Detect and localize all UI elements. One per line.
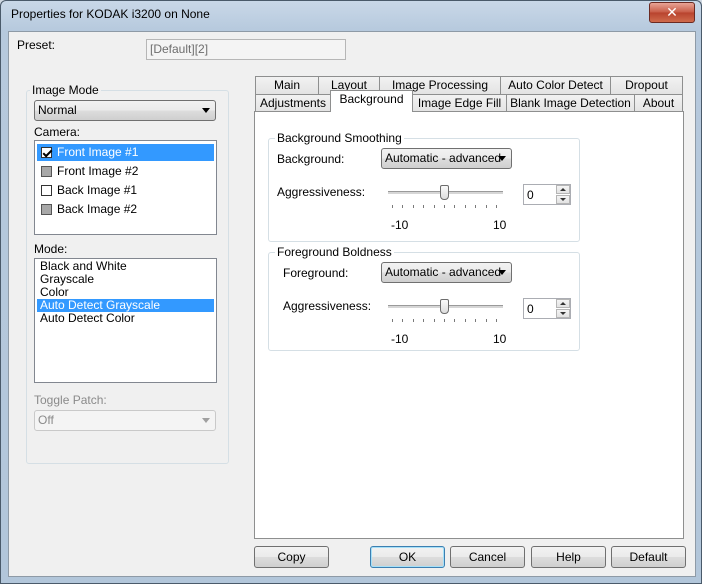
image-mode-label: Image Mode <box>30 83 101 97</box>
dialog-client: Preset: [Default][2] Image Mode Normal C… <box>8 31 696 577</box>
spin-down-icon[interactable] <box>556 195 570 204</box>
camera-item-back-2[interactable]: Back Image #2 <box>37 201 214 218</box>
slider-tick <box>412 319 414 322</box>
foreground-label: Foreground: <box>283 266 349 280</box>
slider-tick <box>464 205 466 208</box>
slider-tick <box>454 205 456 208</box>
slider-tick <box>475 205 477 208</box>
slider-tick <box>464 319 466 322</box>
fg-aggressiveness-label: Aggressiveness: <box>283 299 372 313</box>
chevron-down-icon <box>202 108 210 113</box>
fg-aggressiveness-spinner[interactable]: 0 <box>523 298 571 319</box>
camera-item-label: Back Image #1 <box>57 183 138 197</box>
checkbox-indeterminate-icon[interactable] <box>41 204 52 215</box>
close-button[interactable]: ✕ <box>649 2 695 23</box>
ok-button[interactable]: OK <box>370 546 445 568</box>
slider-tick <box>444 205 445 208</box>
foreground-value: Automatic - advanced <box>385 265 502 279</box>
image-mode-select[interactable]: Normal <box>34 100 216 121</box>
tab-background[interactable]: Background <box>330 90 413 112</box>
camera-item-label: Back Image #2 <box>57 202 138 216</box>
window-title: Properties for KODAK i3200 on None <box>11 7 210 21</box>
tab-blank-image-detection[interactable]: Blank Image Detection <box>506 94 635 112</box>
slider-tick <box>392 205 393 208</box>
spin-down-icon[interactable] <box>556 309 570 318</box>
foreground-select[interactable]: Automatic - advanced <box>381 262 512 283</box>
background-label: Background: <box>277 152 345 166</box>
bg-min-label: -10 <box>391 218 409 232</box>
slider-tick <box>444 319 445 322</box>
slider-tick <box>423 205 425 208</box>
slider-tick <box>412 205 414 208</box>
mode-item[interactable]: Auto Detect Color <box>37 312 214 325</box>
slider-tick <box>402 205 404 208</box>
chevron-down-icon <box>498 156 506 161</box>
camera-item-label: Front Image #2 <box>57 164 139 178</box>
tab-dropout[interactable]: Dropout <box>610 76 683 94</box>
camera-item-back-1[interactable]: Back Image #1 <box>37 182 214 199</box>
slider-tick <box>485 319 487 322</box>
bg-aggressiveness-value: 0 <box>527 188 534 202</box>
chevron-down-icon <box>498 270 506 275</box>
camera-item-label: Front Image #1 <box>57 145 139 159</box>
image-mode-value: Normal <box>38 103 77 117</box>
slider-tick <box>402 319 404 322</box>
chevron-down-icon <box>202 418 210 423</box>
help-button[interactable]: Help <box>531 546 606 568</box>
cancel-button[interactable]: Cancel <box>450 546 525 568</box>
slider-tick <box>496 319 497 322</box>
slider-tick <box>433 319 435 322</box>
background-select[interactable]: Automatic - advanced <box>381 148 512 169</box>
close-icon: ✕ <box>666 4 678 20</box>
checkbox-indeterminate-icon[interactable] <box>41 166 52 177</box>
toggle-patch-select: Off <box>34 410 216 431</box>
properties-window: Properties for KODAK i3200 on None ✕ Pre… <box>0 0 702 584</box>
tab-about[interactable]: About <box>634 94 683 112</box>
slider-tick <box>433 205 435 208</box>
bg-aggressiveness-slider[interactable] <box>440 185 449 200</box>
tab-auto-color-detect[interactable]: Auto Color Detect <box>500 76 611 94</box>
fg-aggressiveness-slider[interactable] <box>440 299 449 314</box>
bg-aggressiveness-spinner[interactable]: 0 <box>523 184 571 205</box>
preset-label: Preset: <box>17 38 56 52</box>
fg-aggressiveness-value: 0 <box>527 302 534 316</box>
preset-field[interactable]: [Default][2] <box>146 39 346 60</box>
camera-label: Camera: <box>34 125 81 139</box>
checkbox-checked-icon[interactable] <box>41 147 52 158</box>
toggle-patch-value: Off <box>38 413 54 427</box>
background-value: Automatic - advanced <box>385 151 502 165</box>
slider-tick <box>496 205 497 208</box>
checkbox-unchecked-icon[interactable] <box>41 185 52 196</box>
fg-min-label: -10 <box>391 332 409 346</box>
background-tab-panel: Background Smoothing Background: Automat… <box>254 111 684 539</box>
slider-tick <box>392 319 393 322</box>
slider-tick <box>423 319 425 322</box>
fg-max-label: 10 <box>493 332 507 346</box>
tab-main[interactable]: Main <box>255 76 319 94</box>
background-smoothing-label: Background Smoothing <box>275 131 404 145</box>
spin-up-icon[interactable] <box>556 299 570 308</box>
mode-list[interactable]: Black and White Grayscale Color Auto Det… <box>34 258 217 383</box>
camera-item-front-2[interactable]: Front Image #2 <box>37 163 214 180</box>
bg-max-label: 10 <box>493 218 507 232</box>
camera-item-front-1[interactable]: Front Image #1 <box>37 144 214 161</box>
tab-image-edge-fill[interactable]: Image Edge Fill <box>412 94 507 112</box>
slider-tick <box>485 205 487 208</box>
bg-aggressiveness-label: Aggressiveness: <box>277 185 366 199</box>
camera-list[interactable]: Front Image #1 Front Image #2 Back Image… <box>34 140 217 235</box>
spin-up-icon[interactable] <box>556 185 570 194</box>
copy-button[interactable]: Copy <box>254 546 329 568</box>
slider-tick <box>475 319 477 322</box>
foreground-boldness-label: Foreground Boldness <box>275 245 394 259</box>
default-button[interactable]: Default <box>611 546 686 568</box>
slider-tick <box>454 319 456 322</box>
mode-label: Mode: <box>34 242 68 256</box>
tab-adjustments[interactable]: Adjustments <box>255 94 331 112</box>
toggle-patch-label: Toggle Patch: <box>34 393 107 407</box>
